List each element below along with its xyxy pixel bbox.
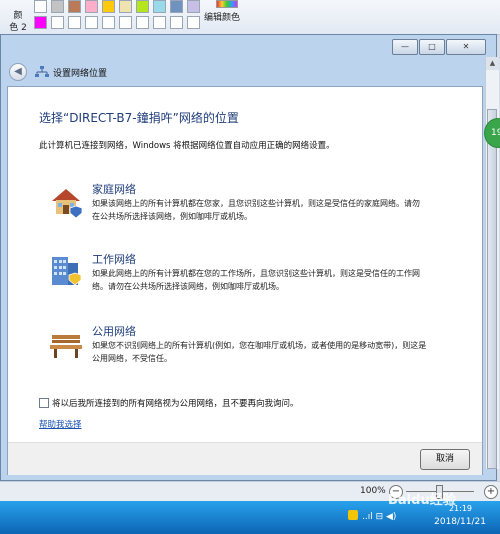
help-me-choose-link[interactable]: 帮助我选择 xyxy=(39,418,82,430)
color-swatch[interactable] xyxy=(153,0,166,13)
color-swatch[interactable] xyxy=(68,0,81,13)
window-controls: — □ ✕ xyxy=(391,39,486,55)
dialog-heading: 选择“DIRECT-B7-鐘捐吘”网络的位置 xyxy=(39,111,239,125)
intro-text: 此计算机已连接到网络，Windows 将根据网络位置自动应用正确的网络设置。 xyxy=(39,141,335,151)
public-network-desc: 如果您不识别网络上的所有计算机(例如，您在咖啡厅或机场，或者使用的是移动宽带)，… xyxy=(92,341,427,363)
public-network-title: 公用网络 xyxy=(92,325,136,338)
color-swatch[interactable] xyxy=(136,0,149,13)
color-swatch[interactable] xyxy=(187,16,200,29)
color-swatch[interactable] xyxy=(51,16,64,29)
edit-colors-button[interactable]: 编辑颜色 xyxy=(204,0,244,30)
color-swatch[interactable] xyxy=(153,16,166,29)
color-swatch[interactable] xyxy=(170,16,183,29)
clock-date[interactable]: 2018/11/21 xyxy=(434,517,486,527)
work-network-title: 工作网络 xyxy=(92,253,136,266)
color-swatch[interactable] xyxy=(136,16,149,29)
color-swatch[interactable] xyxy=(102,0,115,13)
home-network-title: 家庭网络 xyxy=(92,183,136,196)
treat-all-public-checkbox[interactable] xyxy=(39,398,49,408)
color-swatch[interactable] xyxy=(51,0,64,13)
work-network-icon xyxy=(52,257,82,286)
minimize-button[interactable]: — xyxy=(392,39,418,55)
back-button[interactable]: ◀ xyxy=(9,63,27,81)
baidu-watermark: Baidu经验 xyxy=(388,493,456,508)
color-swatch[interactable] xyxy=(187,0,200,13)
maximize-button[interactable]: □ xyxy=(419,39,445,55)
network-location-window: — □ ✕ ◀ 设置网络位置 选择“DIRECT-B7-鐘捐吘”网络的位置 此计… xyxy=(0,34,497,481)
dialog-content: 选择“DIRECT-B7-鐘捐吘”网络的位置 此计算机已连接到网络，Window… xyxy=(7,86,483,475)
color-2-label[interactable]: 颜 色 2 xyxy=(6,10,30,34)
scroll-thumb[interactable] xyxy=(487,109,497,469)
zoom-in-button[interactable]: + xyxy=(484,485,498,499)
work-network-desc: 如果此网络上的所有计算机都在您的工作场所，且您识别这些计算机，则这是受信任的工作… xyxy=(92,269,420,291)
color-swatch[interactable] xyxy=(34,16,47,29)
close-button[interactable]: ✕ xyxy=(446,39,486,55)
window-title: 设置网络位置 xyxy=(53,69,108,79)
color-swatch[interactable] xyxy=(102,16,115,29)
color-swatch[interactable] xyxy=(85,16,98,29)
color-swatch[interactable] xyxy=(119,16,132,29)
network-icon xyxy=(35,66,49,77)
public-network-option[interactable]: 公用网络 如果您不识别网络上的所有计算机(例如，您在咖啡厅或机场，或者使用的是移… xyxy=(48,323,458,371)
zoom-level: 100% xyxy=(360,486,386,496)
tray-app-icon[interactable] xyxy=(348,510,358,520)
home-network-desc: 如果该网络上的所有计算机都在您家，且您识别这些计算机，则这是受信任的家庭网络。请… xyxy=(92,199,420,221)
dialog-footer: 取消 xyxy=(8,442,482,475)
color-swatch[interactable] xyxy=(34,0,47,13)
paint-color-strip: 颜 色 2 编辑颜色 xyxy=(0,0,500,35)
color-swatch[interactable] xyxy=(85,0,98,13)
tray-status-icons[interactable]: ..ıl ⊟ ◀) xyxy=(362,512,396,522)
checkbox-label: 将以后我所连接到的所有网络视为公用网络，且不要再向我询问。 xyxy=(52,399,299,409)
work-network-option[interactable]: 工作网络 如果此网络上的所有计算机都在您的工作场所，且您识别这些计算机，则这是受… xyxy=(48,251,458,299)
home-network-icon xyxy=(52,189,83,219)
home-network-option[interactable]: 家庭网络 如果该网络上的所有计算机都在您家，且您识别这些计算机，则这是受信任的家… xyxy=(48,181,458,229)
title-bar: ◀ 设置网络位置 xyxy=(5,59,483,83)
bench-icon xyxy=(50,335,82,358)
color-swatch[interactable] xyxy=(119,0,132,13)
color-swatch[interactable] xyxy=(170,0,183,13)
cancel-button[interactable]: 取消 xyxy=(420,449,470,470)
color-swatch[interactable] xyxy=(68,16,81,29)
scroll-up-arrow-icon[interactable]: ▲ xyxy=(486,57,499,70)
palette-icon xyxy=(216,0,238,8)
edit-colors-label: 编辑颜色 xyxy=(204,13,241,23)
